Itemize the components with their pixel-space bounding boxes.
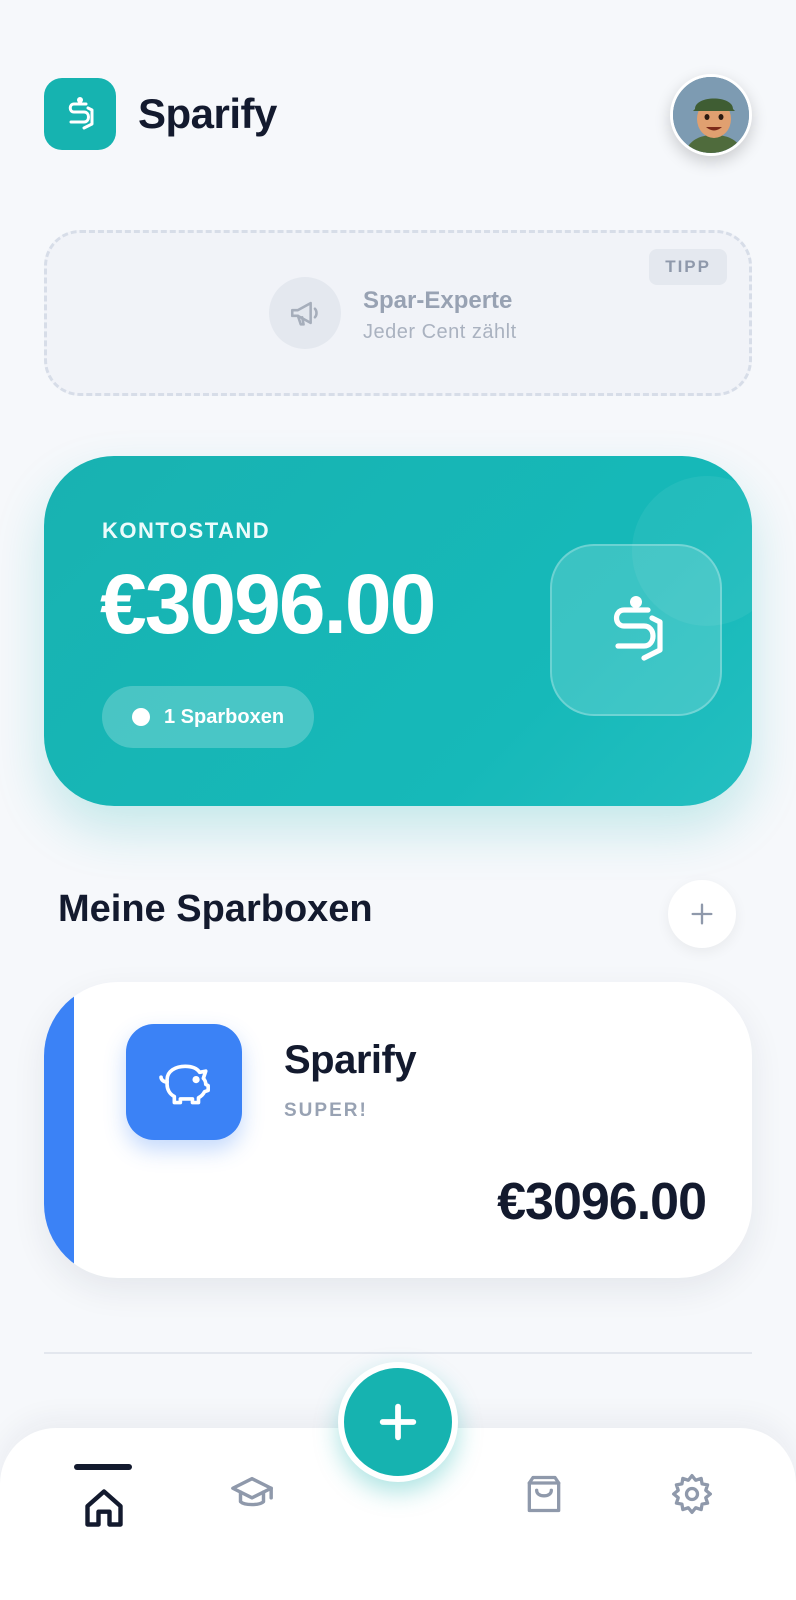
savings-box-card[interactable]: Sparify SUPER! €3096.00: [44, 982, 752, 1278]
sparify-logo-icon: [613, 596, 663, 661]
section-title: Meine Sparboxen: [58, 888, 373, 930]
tip-badge: TIPP: [649, 249, 727, 285]
nav-learn[interactable]: [222, 1464, 282, 1524]
box-count-pill: 1 Sparboxen: [102, 686, 315, 748]
gear-icon: [672, 1474, 712, 1514]
nav-shop[interactable]: [514, 1464, 574, 1524]
balance-card: KONTOSTAND €3096.00 1 Sparboxen: [44, 456, 752, 806]
add-box-button[interactable]: [668, 880, 736, 948]
box-icon: [126, 1024, 242, 1140]
tip-title: Spar-Experte: [363, 287, 513, 314]
active-indicator: [74, 1464, 132, 1470]
megaphone-icon: [290, 301, 318, 326]
balance-label: KONTOSTAND: [102, 518, 271, 543]
box-name: Sparify: [284, 1038, 417, 1082]
avatar[interactable]: [670, 74, 752, 156]
plus-icon: [379, 1403, 417, 1441]
balance-logo-box: [550, 544, 722, 716]
app-title: Sparify: [138, 90, 277, 137]
tip-card[interactable]: TIPP Spar-Experte Jeder Cent zählt: [44, 230, 752, 396]
shopping-bag-icon: [527, 1475, 561, 1513]
nav-settings[interactable]: [662, 1464, 722, 1524]
tip-icon-circle: [269, 277, 341, 349]
add-transaction-fab[interactable]: [338, 1362, 458, 1482]
header: Sparify: [44, 74, 752, 156]
tip-subtitle: Jeder Cent zählt: [363, 321, 517, 343]
sparify-logo-icon: [68, 97, 94, 130]
dot-icon: [132, 708, 150, 726]
box-status: SUPER!: [284, 1100, 368, 1121]
avatar-image: [673, 77, 749, 153]
box-amount: €3096.00: [497, 1173, 707, 1231]
divider: [44, 1352, 752, 1354]
balance-amount: €3096.00: [100, 557, 436, 651]
piggy-bank-icon: [159, 1064, 210, 1105]
home-icon: [85, 1489, 123, 1527]
graduation-cap-icon: [231, 1476, 273, 1507]
nav-home[interactable]: [74, 1478, 134, 1538]
box-accent-bar: [44, 982, 74, 1278]
plus-icon: [691, 903, 713, 925]
box-count-text: 1 Sparboxen: [164, 705, 285, 728]
app-logo: [44, 78, 116, 150]
